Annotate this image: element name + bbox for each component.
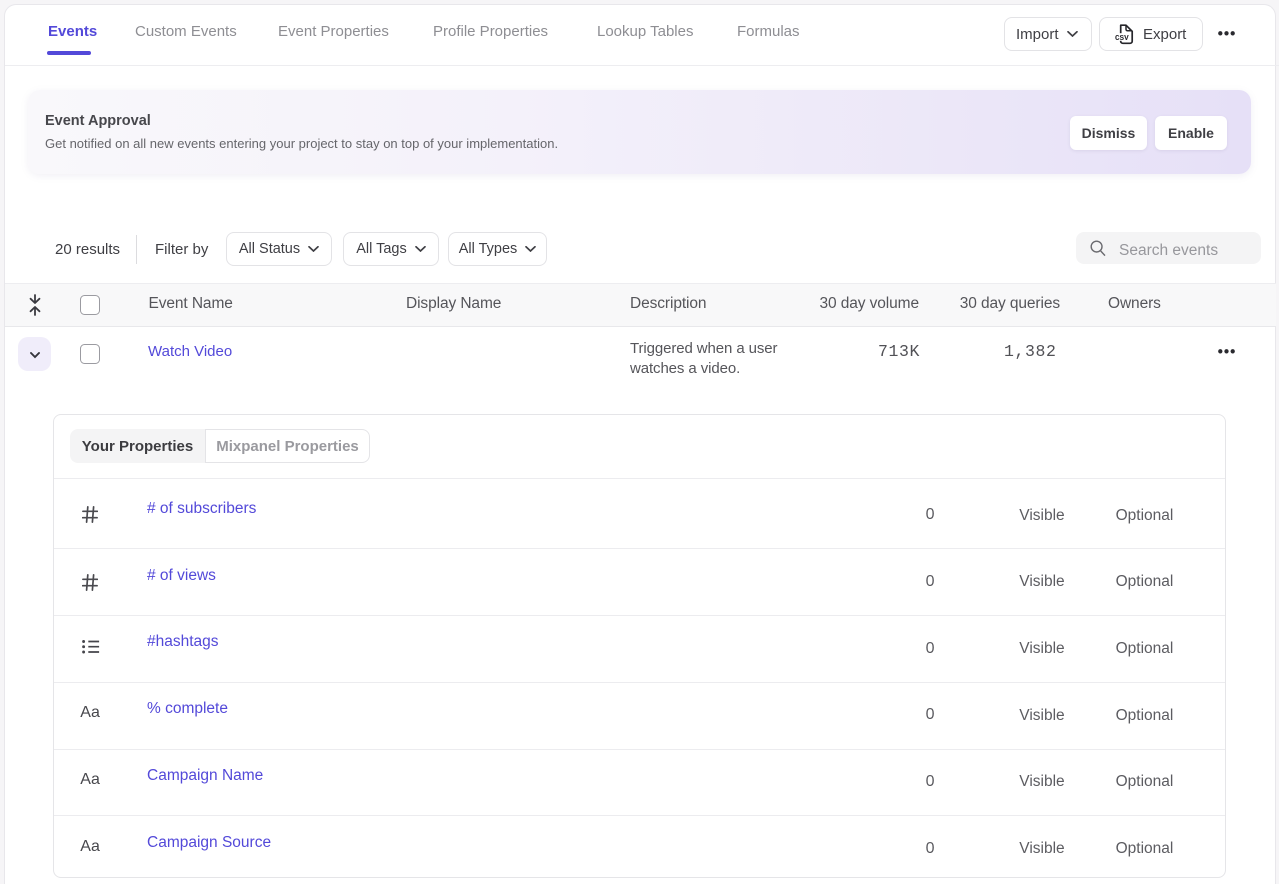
svg-text:CSV: CSV xyxy=(1115,34,1129,42)
